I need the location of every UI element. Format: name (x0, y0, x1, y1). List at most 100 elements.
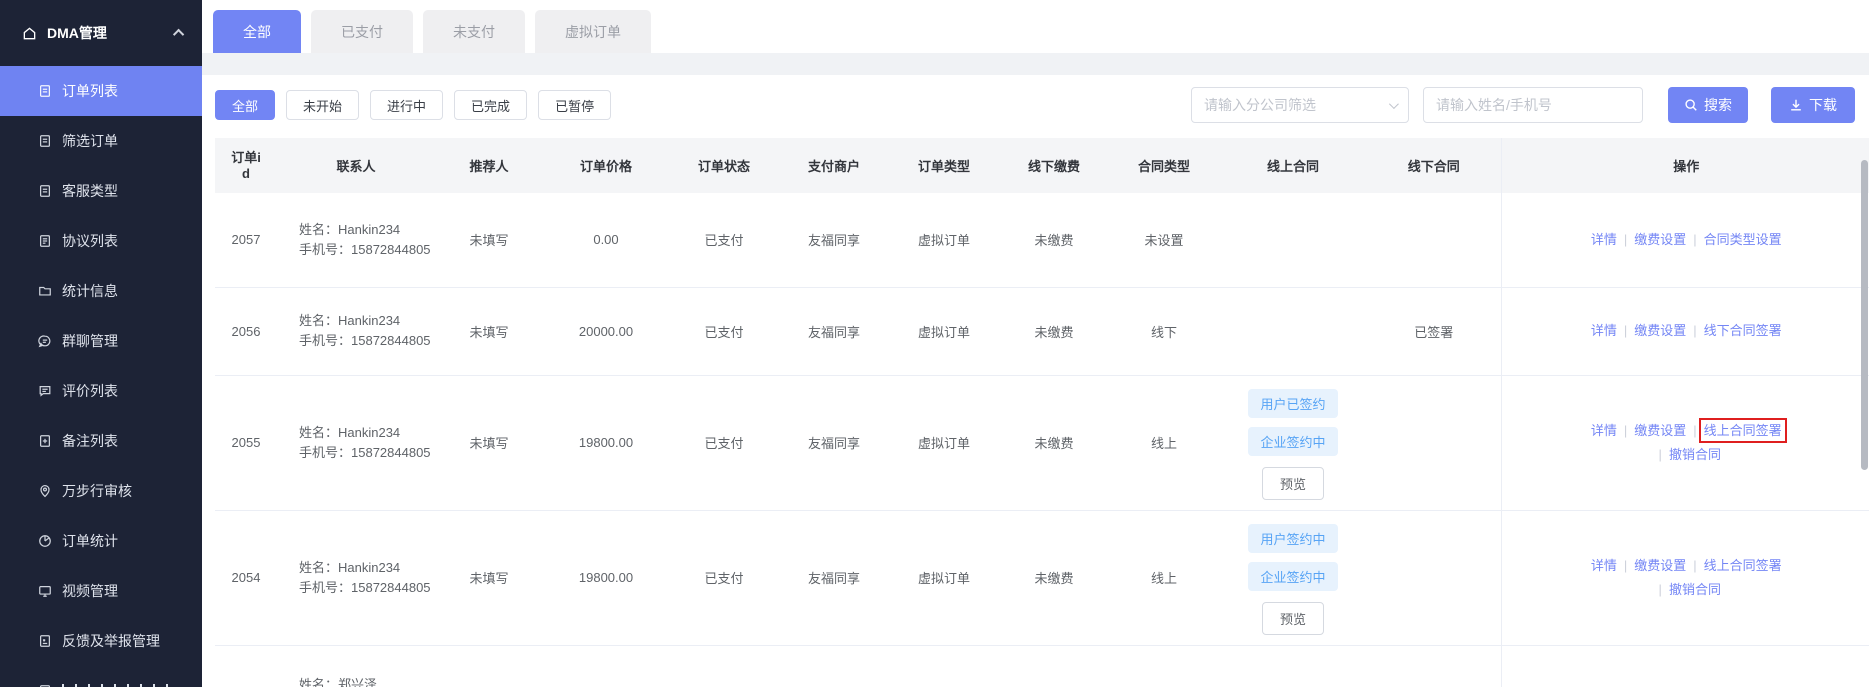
folder-icon (38, 284, 52, 298)
action-link[interactable]: 线上合同签署 (1698, 417, 1787, 443)
filter-button-4[interactable]: 已完成 (454, 90, 528, 120)
cell-referrer: 未填写 (435, 645, 543, 687)
filter-button-label: 已完成 (471, 98, 511, 114)
sidebar-item-2[interactable]: 筛选订单 (0, 116, 202, 166)
chevron-up-icon[interactable] (172, 28, 185, 41)
column-header-3: 推荐人 (435, 138, 543, 193)
search-icon (1685, 99, 1697, 111)
orders-table-wrap: 订单id 联系人 推荐人 订单价格 订单状态 支付商户 订单类型 线下缴费 合同类型 线上合同 线下… (215, 138, 1869, 687)
preview-button[interactable]: 预览 (1261, 466, 1324, 500)
column-header-label: 订单状态 (697, 159, 750, 174)
sidebar-item-8[interactable]: 备注列表 (0, 416, 202, 466)
main-area: 全部已支付未支付虚拟订单 全部未开始进行中已完成已暂停 请输入分公司筛选 搜索 (202, 0, 1869, 687)
filter-button-label: 全部 (232, 98, 259, 114)
sidebar-item-label: 群聊管理 (62, 333, 118, 349)
column-header-5: 订单状态 (669, 138, 779, 193)
action-link[interactable]: 详情 (1591, 232, 1617, 247)
cell-referrer: 未填写 (435, 193, 543, 288)
column-header-4: 订单价格 (543, 138, 669, 193)
preview-button[interactable]: 预览 (1261, 601, 1324, 635)
cell-order-type: 虚拟订单 (889, 287, 999, 376)
download-button-label: 下载 (1809, 97, 1837, 113)
action-separator: | (1623, 557, 1628, 573)
cell-offline-contract (1367, 645, 1501, 687)
cell-offline-payment: 未缴费 (999, 193, 1109, 288)
column-header-1: 订单id (215, 138, 277, 193)
action-link[interactable]: 撤销合同 (1669, 447, 1721, 462)
column-header-label: 联系人 (336, 159, 376, 174)
sidebar-item-label: 统计信息 (62, 283, 118, 299)
action-link[interactable]: 缴费设置 (1634, 423, 1686, 438)
company-filter-select[interactable]: 请输入分公司筛选 (1191, 87, 1409, 123)
action-link[interactable]: 线上合同签署 (1704, 558, 1782, 573)
sidebar-item-7[interactable]: 评价列表 (0, 366, 202, 416)
action-link[interactable]: 缴费设置 (1634, 558, 1686, 573)
sidebar-item-4[interactable]: 协议列表 (0, 216, 202, 266)
cell-price: 19800.00 (543, 375, 669, 511)
download-button[interactable]: 下载 (1771, 87, 1855, 123)
sidebar-header-label: DMA管理 (47, 25, 107, 41)
sidebar-header[interactable]: DMA管理 (0, 0, 202, 66)
action-separator: | (1693, 557, 1697, 573)
cell-contact: 姓名：Hankin234 手机号：15872844805 (277, 193, 435, 288)
column-header-label: 订单类型 (917, 159, 970, 174)
action-link[interactable]: 详情 (1591, 423, 1617, 438)
sidebar-item-11[interactable]: 视频管理 (0, 566, 202, 616)
pie-chart-icon (38, 534, 52, 548)
filter-button-2[interactable]: 未开始 (286, 90, 360, 120)
cell-merchant: 友福同享 (779, 645, 889, 687)
sidebar-item-1[interactable]: 订单列表 (0, 66, 202, 116)
action-link[interactable]: 详情 (1591, 323, 1617, 338)
action-link[interactable]: 合同类型设置 (1704, 232, 1782, 247)
cell-offline-contract: 已签署 (1367, 287, 1501, 376)
home-icon (22, 26, 37, 41)
top-tab-4[interactable]: 虚拟订单 (535, 10, 651, 53)
top-tab-bar: 全部 已支付 未支付 虚拟订单 (202, 0, 1869, 53)
action-link[interactable]: 撤销合同 (1669, 582, 1721, 597)
cell-online-contract (1219, 645, 1367, 687)
column-header-10: 线上合同 (1219, 138, 1367, 193)
cell-contract-type: 线上 (1109, 645, 1219, 687)
sidebar-item-label: 订单统计 (62, 533, 118, 549)
sidebar-item-10[interactable]: 订单统计 (0, 516, 202, 566)
comment-icon (38, 384, 52, 398)
cell-merchant: 友福同享 (779, 193, 889, 288)
contract-status-tag: 用户签约中 (1248, 523, 1338, 553)
sidebar: DMA管理 订单列表 筛选订单 客服类型 协议列表统计信息群聊管理评价列表备注列表 万步… (0, 0, 202, 687)
filter-button-1[interactable]: 全部 (215, 90, 276, 120)
cell-price: 19800.00 (543, 645, 669, 687)
sidebar-item-3[interactable]: 客服类型 (0, 166, 202, 216)
contract-status-tag: 企业签约中 (1248, 426, 1338, 456)
filter-button-5[interactable]: 已暂停 (538, 90, 612, 120)
chevron-down-icon (1388, 98, 1399, 109)
keyword-input[interactable] (1423, 87, 1643, 123)
vertical-scrollbar-thumb[interactable] (1861, 160, 1868, 470)
action-link[interactable]: 详情 (1591, 558, 1617, 573)
filter-button-3[interactable]: 进行中 (370, 90, 444, 120)
file-plus-icon (38, 434, 52, 448)
map-pin-icon (38, 484, 52, 498)
search-button[interactable]: 搜索 (1668, 87, 1748, 123)
cell-actions: 详情|缴费设置|线上合同签署 (1500, 645, 1869, 687)
cell-contract-type: 线上 (1109, 510, 1219, 646)
cell-order-id: 2057 (215, 193, 277, 288)
action-separator: | (1658, 581, 1662, 597)
cell-actions: 详情 | 缴费设置 | 线下合同签署 (1500, 287, 1869, 376)
cell-status: 已支付 (669, 510, 779, 646)
search-controls: 请输入分公司筛选 搜索 下载 (1191, 87, 1855, 123)
sidebar-item-label: 评价列表 (62, 383, 118, 399)
action-separator: | (1693, 323, 1697, 338)
sidebar-item-9[interactable]: 万步行审核 (0, 466, 202, 516)
column-header-label: 线下合同 (1407, 159, 1460, 174)
action-link[interactable]: 缴费设置 (1634, 232, 1686, 247)
action-link[interactable]: 线下合同签署 (1704, 323, 1782, 338)
top-tab-2[interactable]: 已支付 (311, 10, 413, 53)
top-tab-1[interactable]: 全部 (213, 10, 301, 53)
action-link[interactable]: 缴费设置 (1634, 323, 1686, 338)
sidebar-item-6[interactable]: 群聊管理 (0, 316, 202, 366)
filter-toolbar: 全部 未开始 进行中 已完成 已暂停 请输入分公司筛选 搜索 下载 (215, 85, 1869, 125)
sidebar-item-5[interactable]: 统计信息 (0, 266, 202, 316)
sidebar-item-12[interactable]: 反馈及举报管理 (0, 616, 202, 666)
sidebar-item-partial[interactable] (0, 666, 202, 687)
top-tab-3[interactable]: 未支付 (423, 10, 525, 53)
